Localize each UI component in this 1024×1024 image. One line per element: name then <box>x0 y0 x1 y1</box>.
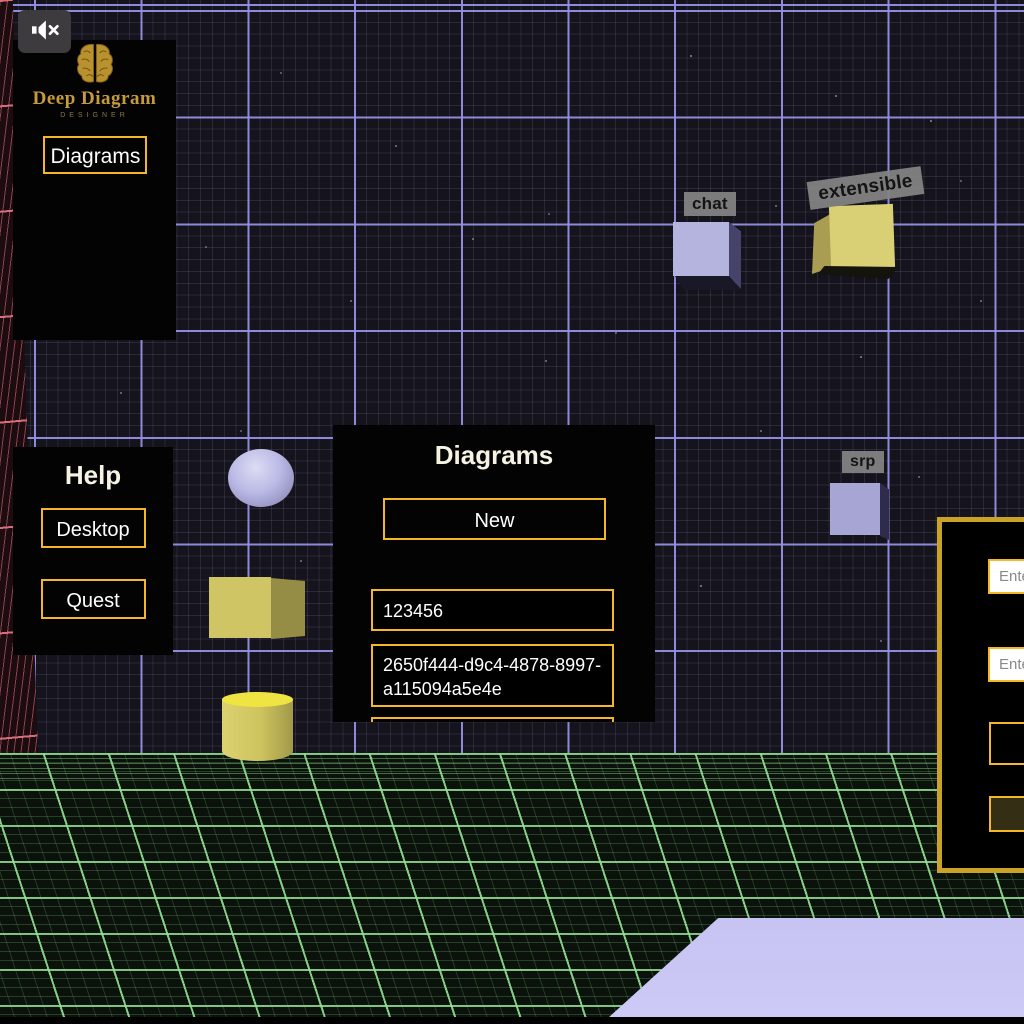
cube-face <box>209 577 271 638</box>
cylinder-body <box>222 699 293 761</box>
right-panel-input-2[interactable] <box>988 647 1024 682</box>
help-panel-title: Help <box>65 460 121 491</box>
sphere-node[interactable] <box>228 449 294 507</box>
diagram-uuid-field[interactable]: 2650f444-d9c4-4878-8997-a115094a5e4e <box>371 644 614 707</box>
right-panel-input-1[interactable] <box>988 559 1024 594</box>
logo-subtitle: DESIGNER <box>60 112 129 119</box>
quest-help-button[interactable]: Quest <box>41 579 146 619</box>
diagram-id-field[interactable]: 123456 <box>371 589 614 631</box>
diagrams-panel: Diagrams New 123456 2650f444-d9c4-4878-8… <box>333 425 655 722</box>
vr-scene: chat extensible srp <box>0 0 1024 1024</box>
yellow-cube-node[interactable] <box>209 577 309 641</box>
logo-title: Deep Diagram <box>33 88 157 110</box>
node-label-srp: srp <box>842 451 884 473</box>
node-label-chat: chat <box>684 192 736 216</box>
cube-face <box>673 222 729 276</box>
desktop-help-button[interactable]: Desktop <box>41 508 146 548</box>
cube-face <box>880 483 889 540</box>
diagram-field-partial[interactable] <box>371 717 614 722</box>
srp-cube-node[interactable] <box>830 483 890 543</box>
muted-speaker-icon <box>27 17 63 46</box>
extensible-cube-node[interactable] <box>808 198 900 282</box>
new-diagram-button[interactable]: New <box>383 498 606 540</box>
cylinder-top <box>222 692 293 707</box>
cube-face <box>830 483 880 535</box>
scene-bottom-edge <box>0 1017 1024 1024</box>
diagrams-panel-title: Diagrams <box>333 440 655 471</box>
right-side-panel <box>937 517 1024 873</box>
help-panel: Help Desktop Quest <box>13 447 173 655</box>
right-panel-button-2[interactable] <box>989 796 1024 832</box>
cube-face <box>829 204 895 269</box>
brain-logo-icon <box>76 42 114 90</box>
logo-panel: Deep Diagram DESIGNER Diagrams <box>13 40 176 340</box>
diagrams-menu-button[interactable]: Diagrams <box>43 136 147 174</box>
cube-face <box>271 578 305 639</box>
chat-cube-node[interactable] <box>673 222 743 292</box>
mute-button[interactable] <box>18 10 71 53</box>
cube-shadow <box>818 266 898 279</box>
floor-far-lines <box>0 753 1024 779</box>
right-panel-button-1[interactable] <box>989 722 1024 765</box>
cylinder-node[interactable] <box>222 692 293 764</box>
